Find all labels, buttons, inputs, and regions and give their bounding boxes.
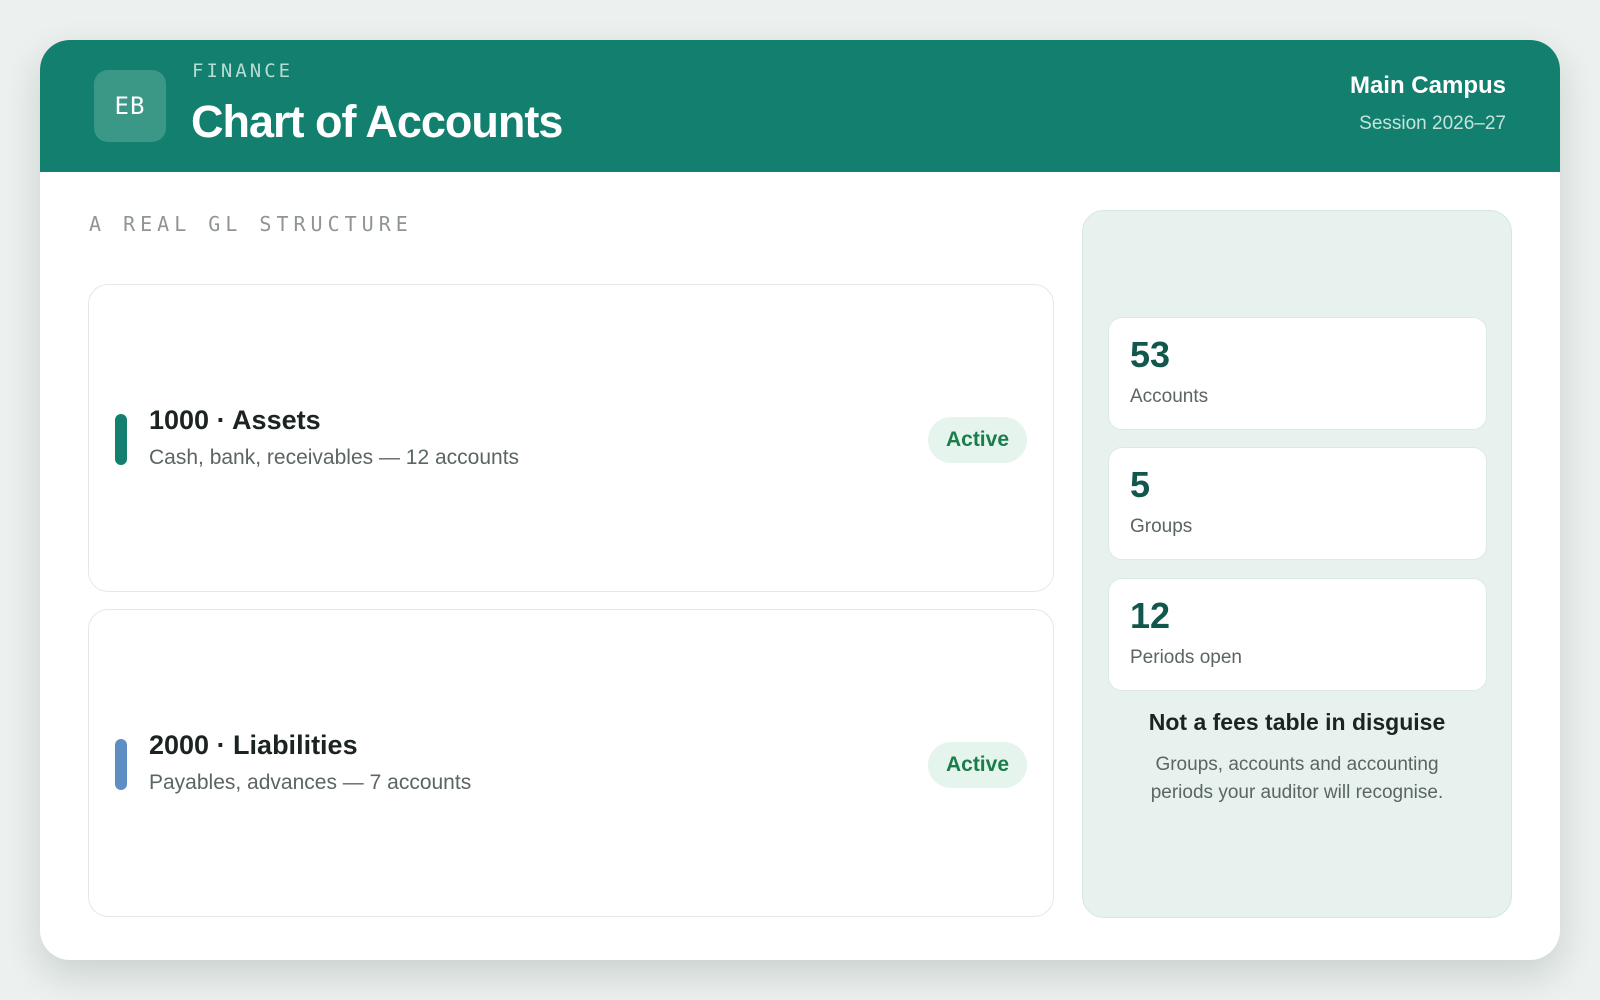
panel-note: Groups, accounts and accounting periods … [1150,754,1444,803]
group-accent-bar [115,739,127,790]
session-label: Session 2026–27 [1359,113,1506,134]
status-badge: Active [927,417,1027,463]
group-description: Cash, bank, receivables — 12 accounts [149,446,520,469]
status-badge: Active [927,742,1027,788]
header-bar: EB FINANCE Chart of Accounts Main Campus… [40,40,1560,172]
summary-panel: 53 Accounts 5 Groups 12 Periods open Not… [1082,210,1512,918]
stat-card-periods: 12 Periods open [1108,578,1487,691]
stat-card-groups: 5 Groups [1108,447,1487,560]
group-accent-bar [115,414,127,465]
stat-value: 53 [1130,334,1171,375]
stat-value: 5 [1130,464,1151,505]
org-logo: EB [94,70,166,142]
campus-name[interactable]: Main Campus [1350,72,1506,100]
group-description: Payables, advances — 7 accounts [149,771,472,794]
group-title: 1000 · Assets [149,405,321,435]
account-group-card[interactable]: 2000 · Liabilities Payables, advances — … [88,609,1054,917]
app-window: EB FINANCE Chart of Accounts Main Campus… [40,40,1560,960]
stat-value: 12 [1130,595,1171,636]
stat-label: Groups [1130,516,1193,537]
stat-label: Accounts [1130,386,1209,407]
module-label: FINANCE [192,60,294,82]
account-group-card[interactable]: 1000 · Assets Cash, bank, receivables — … [88,284,1054,592]
section-label: A REAL GL STRUCTURE [89,212,413,236]
group-title: 2000 · Liabilities [149,730,358,760]
stat-label: Periods open [1130,647,1242,668]
page-title: Chart of Accounts [191,96,563,147]
stat-card-accounts: 53 Accounts [1108,317,1487,430]
panel-heading: Not a fees table in disguise [1148,709,1446,735]
